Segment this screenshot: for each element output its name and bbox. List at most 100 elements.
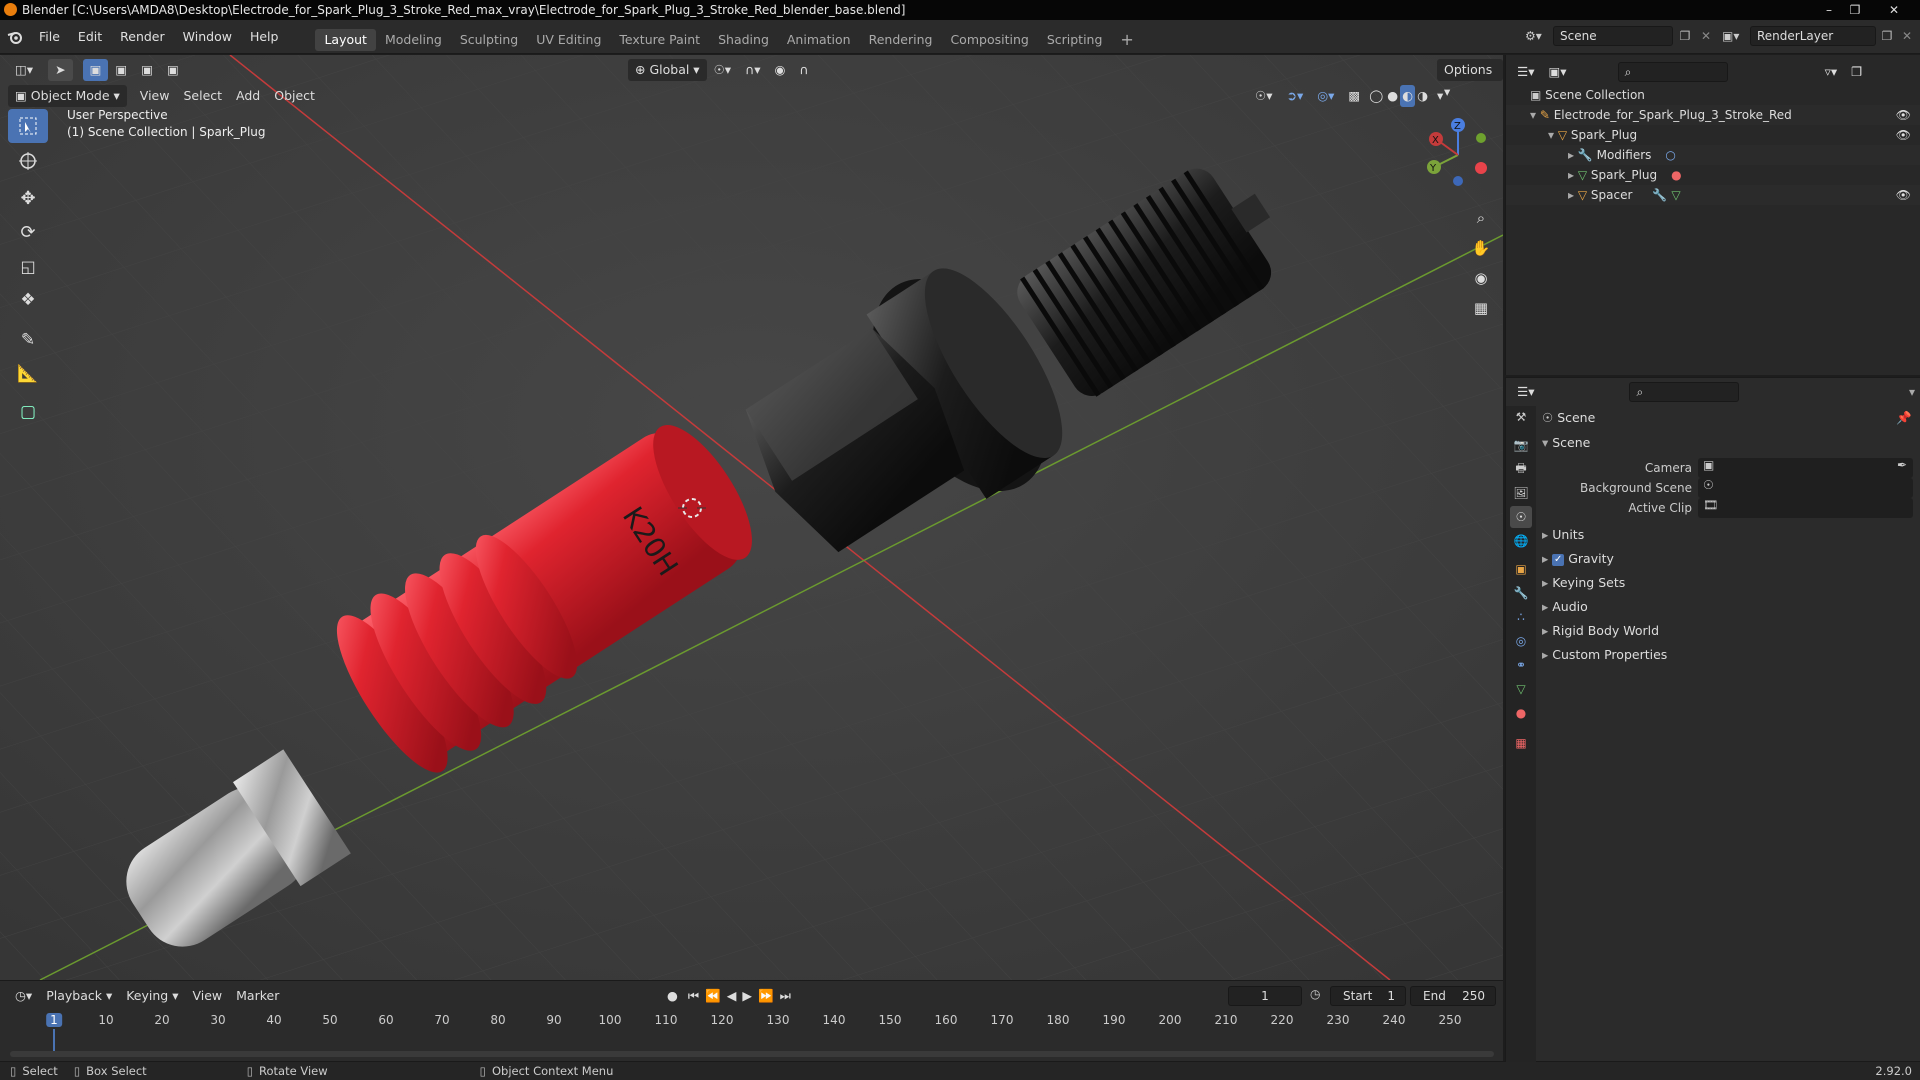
properties-editor-type-icon[interactable]: ☰▾ — [1510, 381, 1541, 403]
outliner-item-collection[interactable]: ▾ ✎ Electrode_for_Spark_Plug_3_Stroke_Re… — [1506, 105, 1920, 125]
timeline-editor[interactable]: ◷▾ Playback ▾ Keying ▾ View Marker ● ⏮ ⏪… — [0, 980, 1503, 1066]
navigation-gizmo[interactable]: Z Y X — [1418, 115, 1498, 195]
tool-tab-icon[interactable]: ⚒ — [1510, 406, 1532, 428]
keying-sets-panel[interactable]: ▸ Keying Sets — [1542, 571, 1916, 595]
tool-scale[interactable]: ◱ — [8, 249, 48, 283]
menu-select[interactable]: Select — [176, 85, 229, 107]
delete-renderlayer-icon[interactable]: ✕ — [1898, 29, 1916, 43]
background-scene-field[interactable]: ☉ — [1698, 478, 1913, 498]
mode-dropdown[interactable]: ▣ Object Mode ▾ — [8, 85, 127, 107]
close-icon[interactable]: ✕ — [1868, 0, 1920, 20]
display-mode-icon[interactable]: ▣▾ — [1541, 61, 1573, 83]
menu-render[interactable]: Render — [111, 20, 174, 54]
restore-icon[interactable]: ❐ — [1842, 0, 1868, 20]
gizmo-toggle-icon[interactable]: ➲▾ — [1279, 85, 1310, 107]
select-mode-subtract-icon[interactable]: ▣ — [134, 59, 160, 81]
outliner-item-mesh[interactable]: ▸ ▽ Spark_Plug ● — [1506, 165, 1920, 185]
active-clip-field[interactable]: 🎞 — [1698, 498, 1913, 518]
material-shading-icon[interactable]: ◐ — [1400, 85, 1416, 107]
data-tab-icon[interactable]: ▽ — [1510, 678, 1532, 700]
outliner-editor-type-icon[interactable]: ☰▾ — [1510, 61, 1541, 83]
tool-annotate[interactable]: ✎ — [8, 323, 48, 357]
outliner-item-modifiers[interactable]: ▸ 🔧 Modifiers ○ — [1506, 145, 1920, 165]
gravity-panel[interactable]: ▸ ✓ Gravity — [1542, 547, 1916, 571]
menu-file[interactable]: File — [30, 20, 69, 54]
tab-scripting[interactable]: Scripting — [1038, 29, 1112, 51]
menu-view[interactable]: View — [133, 85, 177, 107]
outliner-item-spark-plug[interactable]: ▾ ▽ Spark_Plug 👁 — [1506, 125, 1920, 145]
tool-add-cube[interactable]: ▢ — [8, 395, 48, 429]
new-scene-icon[interactable]: ❐ — [1673, 29, 1697, 43]
add-workspace-icon[interactable]: + — [1111, 29, 1142, 51]
tool-cursor[interactable] — [8, 144, 48, 178]
menu-window[interactable]: Window — [174, 20, 241, 54]
filter-icon[interactable]: ▿▾ — [1818, 61, 1845, 83]
menu-add[interactable]: Add — [229, 85, 267, 107]
visibility-eye-icon[interactable]: 👁 — [1896, 185, 1911, 205]
solid-shading-icon[interactable]: ● — [1385, 85, 1400, 107]
timeline-scrollbar[interactable] — [10, 1051, 1494, 1057]
gravity-checkbox[interactable]: ✓ — [1552, 553, 1565, 566]
particles-tab-icon[interactable]: ∴ — [1510, 606, 1532, 628]
playhead[interactable] — [53, 1029, 55, 1051]
tab-texture-paint[interactable]: Texture Paint — [610, 29, 709, 51]
rigid-body-world-panel[interactable]: ▸ Rigid Body World — [1542, 619, 1916, 643]
rendered-shading-icon[interactable]: ◑ — [1415, 85, 1430, 107]
menu-edit[interactable]: Edit — [69, 20, 111, 54]
xray-icon[interactable]: ▩ — [1341, 85, 1367, 107]
outliner-root[interactable]: ▣ Scene Collection — [1506, 85, 1920, 105]
units-panel[interactable]: ▸ Units — [1542, 523, 1916, 547]
tool-transform[interactable]: ❖ — [8, 283, 48, 317]
scene-field[interactable]: Scene — [1553, 26, 1673, 46]
blender-menu-icon[interactable] — [0, 20, 30, 54]
select-mode-extend-icon[interactable]: ▣ — [108, 59, 134, 81]
scene-icon[interactable]: ⚙▾ — [1525, 29, 1553, 43]
scene-panel-header[interactable]: ▾ Scene — [1542, 431, 1916, 455]
camera-view-icon[interactable]: ◉ — [1468, 265, 1494, 291]
tab-modeling[interactable]: Modeling — [376, 29, 451, 51]
select-tool-icon[interactable]: ➤ — [48, 59, 73, 81]
custom-properties-panel[interactable]: ▸ Custom Properties — [1542, 643, 1916, 667]
tool-select-box[interactable] — [8, 109, 48, 143]
pin-icon[interactable]: 📌 — [1896, 406, 1912, 430]
new-collection-icon[interactable]: ❐ — [1844, 61, 1869, 83]
material-tab-icon[interactable]: ● — [1510, 702, 1532, 724]
properties-search-input[interactable]: ⌕ — [1629, 382, 1740, 402]
eyedropper-icon[interactable]: ✒ — [1897, 458, 1907, 472]
tool-move[interactable]: ✥ — [8, 181, 48, 215]
zoom-icon[interactable]: ⌕ — [1468, 205, 1494, 231]
menu-help[interactable]: Help — [241, 20, 288, 54]
texture-tab-icon[interactable]: ▦ — [1510, 732, 1532, 754]
renderlayer-icon[interactable]: ▣▾ — [1722, 29, 1750, 43]
tab-sculpting[interactable]: Sculpting — [451, 29, 527, 51]
pan-hand-icon[interactable]: ✋ — [1468, 235, 1494, 261]
tab-uv-editing[interactable]: UV Editing — [527, 29, 610, 51]
object-tab-icon[interactable]: ▣ — [1510, 558, 1532, 580]
transform-orientation-dropdown[interactable]: ⊕ Global ▾ — [628, 59, 707, 81]
tab-animation[interactable]: Animation — [778, 29, 860, 51]
tool-measure[interactable]: 📐 — [8, 357, 48, 391]
visibility-eye-icon[interactable]: 👁 — [1896, 125, 1911, 145]
audio-panel[interactable]: ▸ Audio — [1542, 595, 1916, 619]
world-tab-icon[interactable]: 🌐 — [1510, 530, 1532, 552]
view-layer-tab-icon[interactable]: 🖼 — [1510, 482, 1532, 504]
renderlayer-field[interactable]: RenderLayer — [1750, 26, 1876, 46]
new-renderlayer-icon[interactable]: ❐ — [1876, 29, 1898, 43]
camera-field[interactable]: ▣ ✒ — [1698, 458, 1913, 478]
modifier-tab-icon[interactable]: 🔧 — [1510, 582, 1532, 604]
scene-tab-icon[interactable]: ☉ — [1510, 506, 1532, 528]
properties-editor[interactable]: ☰▾ ⌕ ▾ ⚒ 📷 🖶 🖼 ☉ 🌐 ▣ 🔧 ∴ ◎ ⚭ ▽ ● ▦ ☉ Sce… — [1505, 377, 1920, 1062]
tool-rotate[interactable]: ⟳ — [8, 215, 48, 249]
falloff-icon[interactable]: ∩ — [792, 59, 815, 81]
render-tab-icon[interactable]: 📷 — [1510, 434, 1532, 456]
shading-options-icon[interactable]: ▾ — [1430, 85, 1450, 107]
select-mode-new-icon[interactable]: ▣ — [82, 59, 109, 81]
pivot-icon[interactable]: ☉▾ — [707, 59, 738, 81]
tab-rendering[interactable]: Rendering — [860, 29, 942, 51]
menu-object[interactable]: Object — [267, 85, 322, 107]
tab-compositing[interactable]: Compositing — [941, 29, 1037, 51]
constraints-tab-icon[interactable]: ⚭ — [1510, 654, 1532, 676]
output-tab-icon[interactable]: 🖶 — [1510, 458, 1532, 480]
outliner-editor[interactable]: ☰▾ ▣▾ ⌕ ▿▾ ❐ ▣ Scene Collection ▾ ✎ Elec… — [1505, 55, 1920, 375]
options-dropdown[interactable]: Options ▾ — [1437, 59, 1503, 99]
